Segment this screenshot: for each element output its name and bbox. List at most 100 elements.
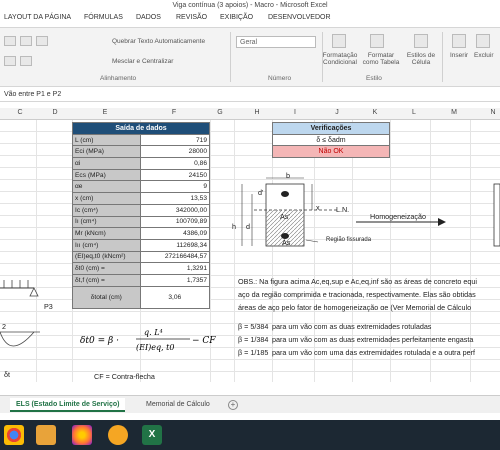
output-label[interactable]: x (cm) [72,192,141,205]
label-as: As [282,238,291,247]
deflection-formula: δt0 = β · q. L⁴ (EI)eq, t0 − CF [78,322,218,358]
align-center-icon[interactable] [20,36,32,46]
output-data-table: Saída de dados L (cm) 719 Eci (MPa) 28000 … [72,122,211,309]
output-value[interactable]: 3,06 [139,285,211,309]
output-value[interactable]: 9 [139,180,211,194]
column-header[interactable]: C [10,109,30,116]
formula-bar-content: Vão entre P1 e P2 [4,91,62,98]
excel-icon[interactable]: X [142,425,162,445]
column-header[interactable]: G [210,109,230,116]
formula-bar[interactable]: Vão entre P1 e P2 [0,88,500,102]
tab-review[interactable]: REVISÃO [176,14,207,21]
insert-icon[interactable] [452,34,466,48]
output-table-title[interactable]: Saída de dados [72,122,210,135]
output-label[interactable]: (EI)eq,t0 (kNcm²) [72,250,141,264]
sheet-tab-bar: ELS (Estado Limite de Serviço) Memorial … [0,395,500,413]
tab-page-layout[interactable]: LAYOUT DA PÁGINA [4,14,71,21]
format-table-button[interactable]: Formatar como Tabela [362,52,400,66]
media-player-icon[interactable] [36,425,56,445]
output-value[interactable]: 719 [139,133,211,147]
styles-group-label: Estilo [366,75,382,82]
firefox-icon[interactable] [72,425,92,445]
output-label[interactable]: δt,f (cm) = [72,273,141,287]
column-header[interactable]: E [95,109,115,116]
output-value[interactable]: 1,3291 [139,262,211,275]
formula-numerator: q. L⁴ [144,328,163,337]
output-label[interactable]: Eci (MPa) [72,145,141,159]
output-value[interactable]: 272166484,57 [139,250,211,264]
column-header[interactable]: M [444,109,464,116]
tab-formulas[interactable]: FÓRMULAS [84,14,123,21]
column-header[interactable]: K [365,109,385,116]
output-label[interactable]: L (cm) [72,133,141,147]
output-label[interactable]: Iı (cm⁴) [72,215,141,229]
insert-button[interactable]: Inserir [450,52,468,59]
output-label[interactable]: Ic (cm⁴) [72,203,141,217]
top-rebar [281,191,289,197]
label-d: d [246,222,250,231]
output-label[interactable]: αe [72,180,141,194]
tab-view[interactable]: EXIBIÇÃO [220,14,253,21]
column-header[interactable]: D [45,109,65,116]
arrowhead [438,218,446,226]
sheet-tab-els[interactable]: ELS (Estado Limite de Serviço) [10,398,126,412]
tab-developer[interactable]: DESENVOLVEDOR [268,14,331,21]
output-value[interactable]: 0,86 [139,157,211,170]
add-sheet-icon[interactable]: + [228,400,238,410]
verification-condition[interactable]: δ ≤ δadm [272,133,390,147]
output-label[interactable]: αi [72,157,141,170]
label-as-prime: As' [280,212,290,221]
column-header[interactable]: H [247,109,267,116]
indent-icon[interactable] [4,56,16,66]
homogenized-section-edge [493,183,500,247]
outdent-icon[interactable] [20,56,32,66]
deflection-curve [0,331,35,347]
output-label[interactable]: δtotal (cm) [72,285,141,309]
output-label[interactable]: Mr (kNcm) [72,227,141,240]
output-value[interactable]: 13,53 [139,192,211,205]
output-value[interactable]: 4386,09 [139,227,211,240]
output-value[interactable]: 100709,89 [139,215,211,229]
obs-line-3: áreas de aço pelo fator de homogeneizaçã… [238,303,472,312]
beta-coef: β = 1/384 [238,335,269,344]
formula-denominator: (EI)eq, t0 [136,343,175,352]
column-header[interactable]: I [285,109,305,116]
format-table-icon[interactable] [370,34,384,48]
label-cracked-region: Região fissurada [326,237,372,243]
beam-support-drawing [0,280,40,347]
output-label[interactable]: Iıı (cm⁴) [72,238,141,252]
column-header[interactable]: J [327,109,347,116]
column-header[interactable]: L [404,109,424,116]
output-value[interactable]: 1,7357 [139,273,211,287]
verification-title[interactable]: Verificações [272,122,390,135]
delete-button[interactable]: Excluir [474,52,494,59]
ribbon-separator [442,32,443,82]
output-label[interactable]: Ecs (MPa) [72,168,141,182]
settings-icon[interactable] [108,425,128,445]
label-homogenization: Homogeneização [370,212,426,221]
merge-center-button[interactable]: Mesclar e Centralizar [112,58,173,65]
conditional-format-button[interactable]: Formatação Condicional [318,52,362,66]
align-left-icon[interactable] [4,36,16,46]
conditional-format-icon[interactable] [332,34,346,48]
cell-styles-button[interactable]: Estilos de Célula [402,52,440,66]
output-label[interactable]: δt0 (cm) = [72,262,141,275]
tab-data[interactable]: DADOS [136,14,161,21]
window-title: Viga contínua (3 apoios) - Macro - Micro… [0,0,500,12]
output-value[interactable]: 342000,00 [139,203,211,217]
column-header[interactable]: F [164,109,184,116]
column-header[interactable]: N [483,109,500,116]
output-value[interactable]: 112698,34 [139,238,211,252]
cell-styles-icon[interactable] [414,34,428,48]
span-label: 2 [2,322,6,331]
align-right-icon[interactable] [36,36,48,46]
chrome-icon[interactable] [4,425,24,445]
output-value[interactable]: 28000 [139,145,211,159]
verification-result[interactable]: Não OK [272,145,390,159]
delete-icon[interactable] [476,34,490,48]
sheet-tab-memorial[interactable]: Memorial de Cálculo [140,398,216,412]
wrap-text-button[interactable]: Quebrar Texto Automaticamente [112,38,205,45]
number-format-select[interactable]: Geral [236,36,316,48]
beta-coef: β = 1/185 [238,348,269,357]
output-value[interactable]: 24150 [139,168,211,182]
